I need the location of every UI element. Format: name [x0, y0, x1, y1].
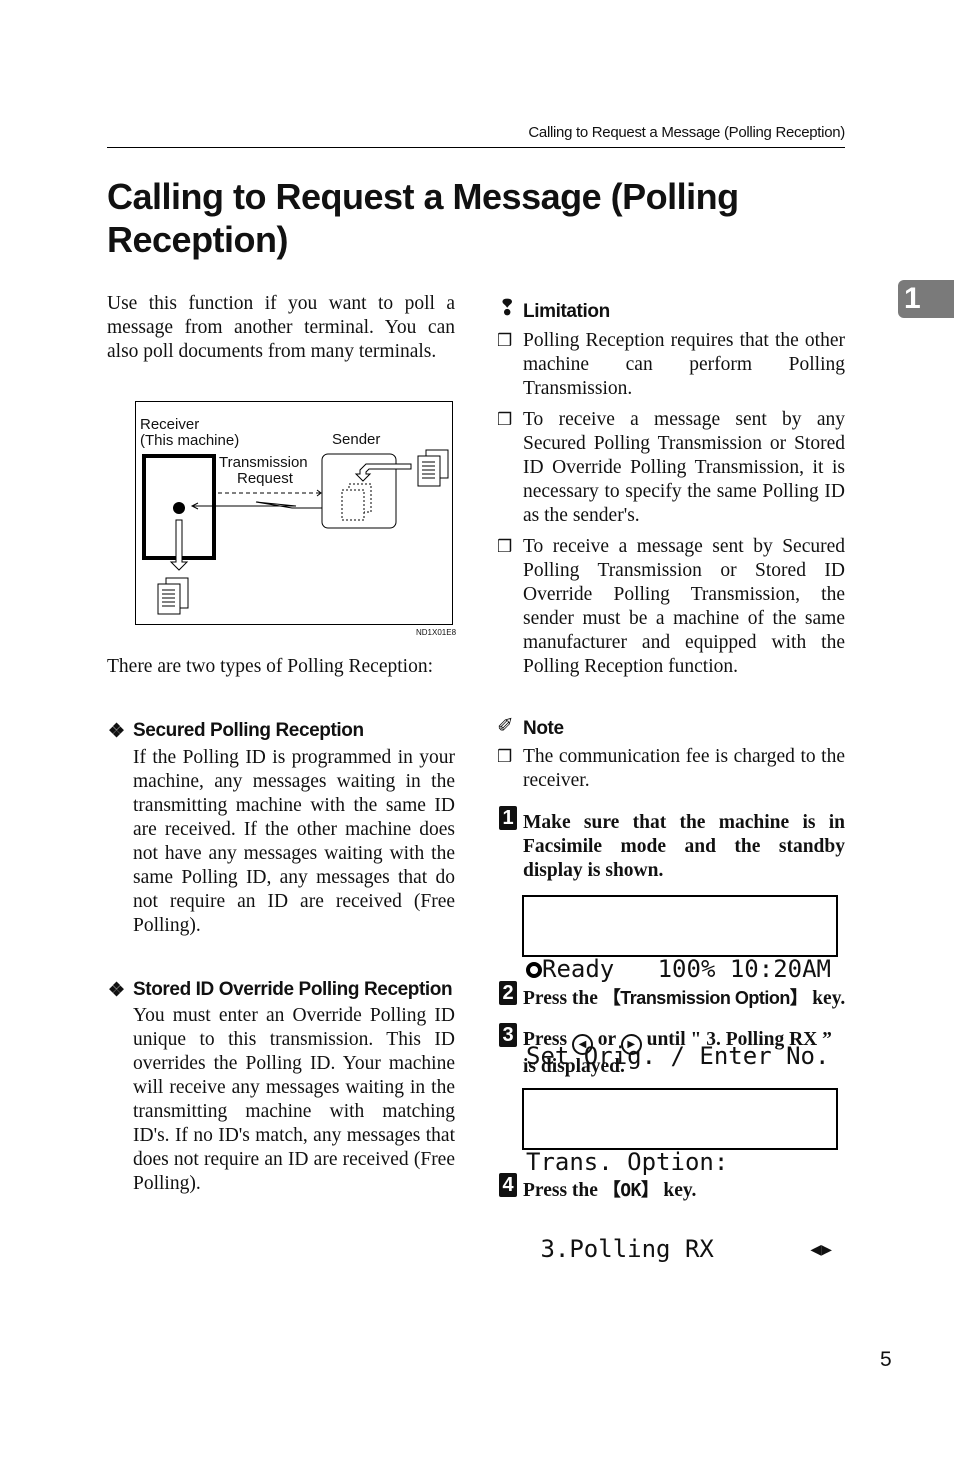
ready-indicator-icon — [526, 962, 542, 978]
sender-original-icon — [417, 449, 449, 487]
lcd-line-1: Ready 100% 10:20AM — [542, 955, 831, 983]
left-arrow-key-icon: ◀ — [571, 1034, 593, 1055]
right-arrow-key-icon: ▶ — [620, 1034, 642, 1055]
limitation-icon: ❢ — [498, 296, 517, 321]
step-3-text: Press ◀ or ▶ until " 3. Polling RX ” is … — [523, 1029, 832, 1077]
type-body-secured: If the Polling ID is programmed in your … — [133, 747, 455, 936]
diamond-icon: ❖ — [108, 721, 125, 742]
step-1-text: Make sure that the machine is in Facsimi… — [523, 812, 845, 881]
limitation-item: ❒ Polling Reception requires that the ot… — [497, 330, 845, 399]
limitation-item: ❒ To receive a message sent by Secured P… — [497, 536, 845, 677]
checkbox-bullet-icon: ❒ — [497, 747, 513, 766]
stored-document-icon — [341, 483, 372, 521]
key-bracket-close: 】 — [789, 988, 808, 1008]
step-2-text: Press the 【Transmission Option】 key. — [523, 988, 846, 1009]
received-document-icon — [157, 577, 189, 615]
running-head: Calling to Request a Message (Polling Re… — [528, 124, 845, 141]
page-title: Calling to Request a Message (Polling Re… — [107, 176, 739, 260]
key-bracket-open: 【 — [602, 988, 621, 1008]
step-4-text: Press the 【OK】 key. — [523, 1180, 697, 1201]
lcd-display-trans-option: Trans. Option: 3.Polling RX ◀▶ — [522, 1088, 838, 1263]
chapter-tab: 1 — [898, 280, 954, 318]
checkbox-bullet-icon: ❒ — [497, 537, 513, 556]
left-right-arrows-icon: ◀▶ — [810, 1239, 832, 1260]
intro-paragraph: Use this function if you want to poll a … — [107, 293, 455, 362]
step-number-2: 2 — [499, 981, 517, 1005]
note-heading: Note — [523, 718, 564, 739]
lcd-line-2: 3.Polling RX — [526, 1235, 714, 1263]
header-rule — [107, 147, 845, 148]
type-heading-secured: Secured Polling Reception — [133, 720, 364, 741]
types-intro: There are two types of Polling Reception… — [107, 656, 433, 677]
type-body-stored-id: You must enter an Override Polling ID un… — [133, 1005, 455, 1194]
type-heading-stored-id: Stored ID Override Polling Reception — [133, 979, 453, 1000]
step-number-1: 1 — [499, 806, 517, 830]
step-number-3: 3 — [499, 1023, 517, 1047]
checkbox-bullet-icon: ❒ — [497, 410, 513, 429]
transmission-option-key: Transmission Option — [620, 988, 790, 1008]
limitation-heading: Limitation — [523, 301, 610, 322]
page-number: 5 — [880, 1348, 892, 1371]
diamond-icon: ❖ — [108, 980, 125, 1001]
limitation-item: ❒ To receive a message sent by any Secur… — [497, 409, 845, 526]
checkbox-bullet-icon: ❒ — [497, 331, 513, 350]
diagram-graphics — [142, 449, 449, 615]
lcd-line-1: Trans. Option: — [526, 1148, 729, 1176]
lcd-display-standby: Ready 100% 10:20AM Set Orig. / Enter No. — [522, 895, 838, 1070]
receiver-dot — [173, 502, 185, 514]
figure-id: ND1X01E8 — [416, 628, 457, 637]
note-pencil-icon: ✐ — [497, 715, 514, 737]
polling-diagram: Receiver (This machine) Sender Transmiss… — [135, 401, 453, 625]
step-number-4: 4 — [499, 1173, 517, 1197]
ok-key: OK — [620, 1180, 641, 1201]
note-item: ❒ The communication fee is charged to th… — [497, 746, 845, 791]
